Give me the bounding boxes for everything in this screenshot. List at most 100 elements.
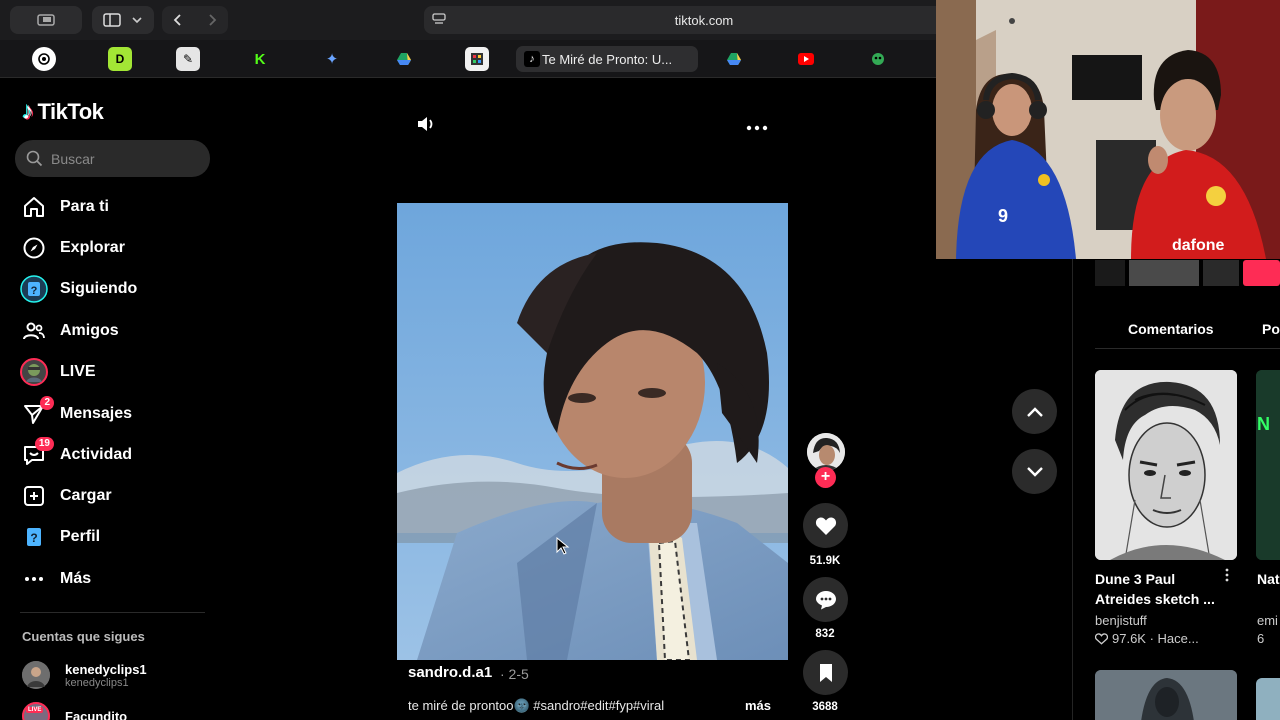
author-avatar[interactable] [807, 433, 845, 471]
like-count: 51.9K [809, 555, 841, 567]
video-card-thumbnail-3[interactable] [1095, 670, 1237, 720]
follow-button[interactable]: + [815, 467, 836, 488]
tab-openai[interactable] [32, 47, 56, 71]
tiktok-note-icon: ♪ [22, 98, 34, 125]
nav-label: Siguiendo [60, 280, 138, 297]
avatar [22, 661, 50, 689]
heart-icon [815, 516, 836, 535]
nav-item-perfil[interactable]: ? Perfil [20, 521, 100, 553]
video-card-author[interactable]: benjistuff [1095, 613, 1147, 628]
messages-badge: 2 [40, 396, 54, 410]
save-button[interactable] [803, 650, 848, 695]
address-bar[interactable]: tiktok.com [424, 6, 984, 34]
more-icon [746, 125, 768, 131]
live-badge: LIVE [26, 707, 44, 713]
tab-youtube[interactable] [794, 47, 818, 71]
tiktok-logo[interactable]: ♪ TikTok [22, 98, 104, 126]
drive-icon [397, 53, 411, 65]
video-card-stats: 97.6K · Hace... [1095, 631, 1199, 646]
tab-comentarios[interactable]: Comentarios [1128, 321, 1214, 337]
sidebar-toggle-button[interactable] [92, 6, 154, 34]
webcam-overlay: 9 dafone [936, 0, 1280, 259]
search-input[interactable]: Buscar [15, 140, 210, 177]
volume-icon[interactable] [416, 114, 436, 134]
video-frame-image [397, 203, 788, 660]
kick-icon: K [254, 50, 266, 68]
page-menu-icon[interactable] [432, 12, 446, 26]
like-button[interactable] [803, 503, 848, 548]
heart-outline-icon [1095, 632, 1108, 645]
nav-label: Cargar [60, 487, 112, 504]
tab-kick[interactable]: K [248, 47, 272, 71]
friends-icon [20, 317, 48, 345]
video-card-thumbnail[interactable] [1095, 370, 1237, 560]
video-player[interactable] [397, 203, 788, 660]
chevron-down-icon [1026, 466, 1043, 477]
account-handle: kenedyclips1 [65, 676, 129, 689]
tab-gemini[interactable]: ✦ [320, 47, 344, 71]
ghost-icon [872, 53, 884, 65]
activity-badge: 19 [34, 437, 54, 451]
nav-label: Amigos [60, 322, 119, 339]
thumbnail-image [1095, 670, 1237, 720]
nav-item-para-ti[interactable]: Para ti [20, 191, 109, 223]
video-card-author-2[interactable]: emi [1257, 613, 1280, 628]
following-account-kenedyclips1[interactable]: kenedyclips1 kenedyclips1 [22, 661, 147, 689]
search-placeholder: Buscar [51, 150, 95, 167]
tab-drive[interactable] [392, 47, 416, 71]
compass-icon [20, 234, 48, 262]
account-name: kenedyclips1 [65, 661, 147, 677]
nav-label: Mensajes [60, 405, 133, 422]
nav-item-explorar[interactable]: Explorar [20, 232, 125, 264]
nav-item-mas[interactable]: Más [20, 563, 91, 595]
mouse-cursor-icon [556, 537, 570, 555]
tab-drive-2[interactable] [722, 47, 746, 71]
card-more-button[interactable] [1224, 568, 1230, 585]
creator-videos-strip [1095, 260, 1280, 286]
back-icon[interactable] [171, 13, 185, 27]
nav-label: Más [60, 570, 92, 587]
video-card-thumbnail-2[interactable]: N [1256, 370, 1280, 560]
following-account-facundito[interactable]: LIVE Facundito [22, 702, 127, 720]
window-switcher-button[interactable] [10, 6, 82, 34]
webcam-image: 9 dafone [936, 0, 1280, 259]
video-card-thumbnail-4[interactable] [1256, 678, 1280, 720]
avatar: LIVE [22, 702, 50, 720]
bookmark-icon [819, 663, 832, 682]
youtube-icon [798, 53, 814, 65]
nav-label: Perfil [60, 528, 101, 545]
tab-creator-videos[interactable]: Po [1262, 321, 1280, 337]
video-card-title[interactable]: Dune 3 Paul Atreides sketch ... [1095, 569, 1225, 609]
tiktok-favicon-icon: ♪ [524, 51, 540, 67]
home-icon [20, 193, 48, 221]
stats-text: 6 [1257, 631, 1265, 646]
nav-item-mensajes[interactable]: 2 Mensajes [20, 396, 133, 430]
nav-item-amigos[interactable]: Amigos [20, 315, 119, 347]
drive-icon [727, 53, 741, 65]
description-more-link[interactable]: más [745, 698, 771, 713]
tab-sheet[interactable] [465, 47, 489, 71]
previous-video-button[interactable] [1012, 389, 1057, 434]
tab-ghost-app[interactable] [866, 47, 890, 71]
following-avatar-icon: ? [20, 275, 48, 303]
history-buttons [162, 6, 228, 34]
nav-item-siguiendo[interactable]: ? Siguiendo [20, 273, 137, 305]
tab-pen-app[interactable]: ✎ [176, 47, 200, 71]
openai-icon [38, 53, 50, 65]
next-video-button[interactable] [1012, 449, 1057, 494]
more-options-button[interactable] [746, 112, 768, 138]
comment-button[interactable] [803, 577, 848, 622]
sidebar-icon [103, 13, 121, 27]
nav-item-live[interactable]: LIVE [20, 356, 96, 388]
tab-tiktok-active[interactable]: ♪ Te Miré de Pronto: U... [516, 46, 698, 72]
tab-d-app[interactable]: D [108, 47, 132, 71]
account-name: Facundito [65, 708, 128, 720]
more-icon [20, 565, 48, 593]
video-author-username[interactable]: sandro.d.a1 [408, 664, 492, 681]
send-icon: 2 [20, 396, 54, 428]
forward-icon[interactable] [205, 13, 219, 27]
nav-item-actividad[interactable]: 19 Actividad [20, 437, 132, 471]
video-card-title-2[interactable]: Nat @g [1257, 569, 1280, 589]
video-card-stats-2: 6 [1257, 631, 1280, 646]
nav-item-cargar[interactable]: Cargar [20, 480, 112, 512]
